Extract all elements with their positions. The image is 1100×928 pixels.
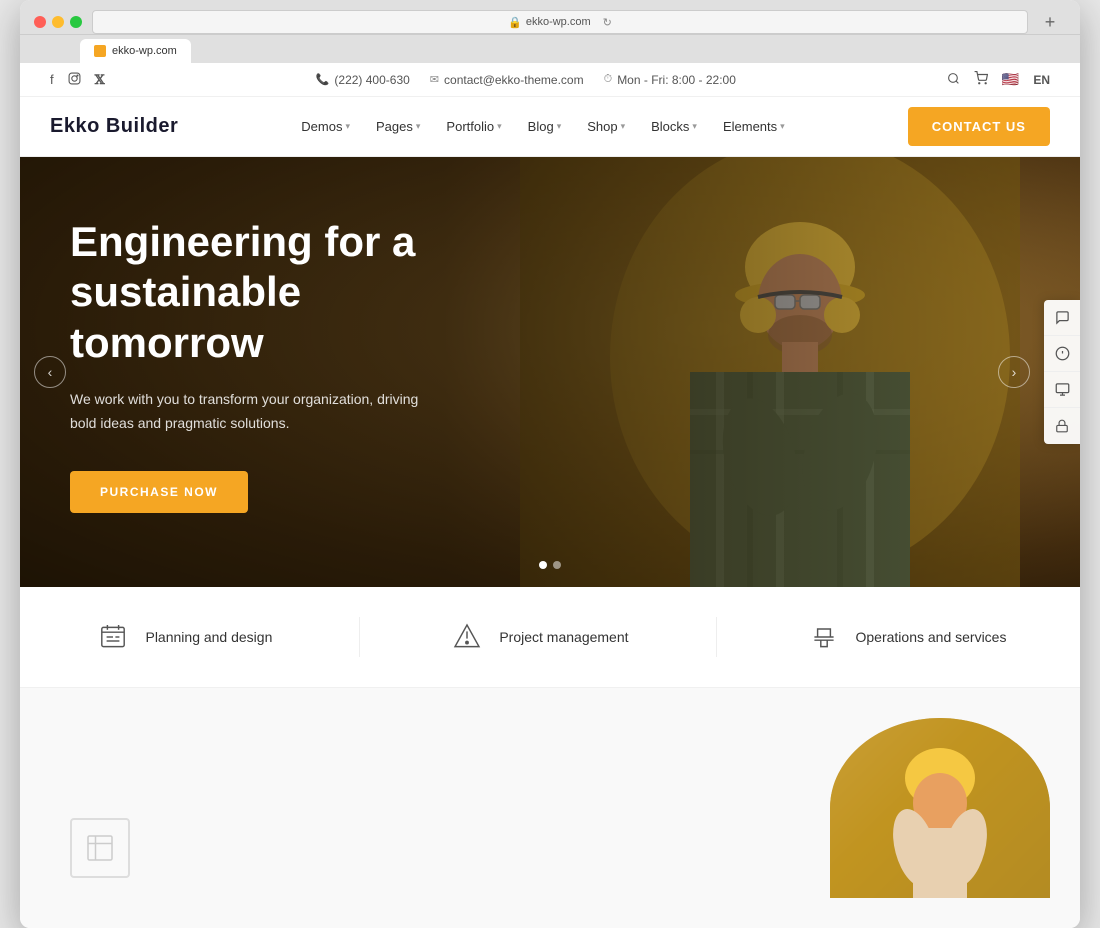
feature-operations: Operations and services bbox=[804, 617, 1007, 657]
nav-elements[interactable]: Elements ▾ bbox=[713, 111, 795, 142]
project-icon bbox=[447, 617, 487, 657]
lower-left bbox=[50, 718, 550, 898]
contact-info: 📞 (222) 400-630 ✉ contact@ekko-theme.com… bbox=[316, 73, 736, 87]
close-dot[interactable] bbox=[34, 16, 46, 28]
browser-window: 🔒 ekko-wp.com ↻ + ekko-wp.com f 𝕏 📞 bbox=[20, 0, 1080, 928]
pages-dropdown-arrow: ▾ bbox=[416, 121, 421, 132]
slider-next-button[interactable]: › bbox=[998, 356, 1030, 388]
blog-dropdown-arrow: ▾ bbox=[557, 121, 562, 132]
contact-us-button[interactable]: Contact US bbox=[908, 107, 1050, 146]
nav-shop[interactable]: Shop ▾ bbox=[577, 111, 635, 142]
cart-icon[interactable] bbox=[974, 71, 988, 88]
feature-planning: Planning and design bbox=[93, 617, 272, 657]
tab-favicon bbox=[94, 45, 106, 57]
clock-icon: ⏱ bbox=[604, 73, 613, 86]
business-hours: Mon - Fri: 8:00 - 22:00 bbox=[617, 73, 736, 87]
twitter-icon[interactable]: 𝕏 bbox=[95, 72, 105, 88]
instagram-icon[interactable] bbox=[68, 72, 81, 88]
lock-icon: 🔒 bbox=[508, 16, 522, 29]
language-label[interactable]: EN bbox=[1033, 73, 1050, 87]
tab-title: ekko-wp.com bbox=[112, 45, 177, 57]
slider-dot-2[interactable] bbox=[553, 561, 561, 569]
phone-icon: 📞 bbox=[316, 73, 330, 86]
lower-content bbox=[20, 688, 1080, 928]
main-navigation: Ekko Builder Demos ▾ Pages ▾ Portfolio ▾… bbox=[20, 97, 1080, 157]
site-logo[interactable]: Ekko Builder bbox=[50, 115, 178, 138]
chat-widget[interactable] bbox=[1044, 300, 1080, 336]
top-bar-right: 🇺🇸 EN bbox=[947, 71, 1050, 88]
email-icon: ✉ bbox=[430, 73, 439, 86]
project-label: Project management bbox=[499, 629, 628, 645]
nav-pages[interactable]: Pages ▾ bbox=[366, 111, 430, 142]
url-text: ekko-wp.com bbox=[526, 16, 591, 28]
nav-menu: Demos ▾ Pages ▾ Portfolio ▾ Blog ▾ Shop bbox=[291, 111, 794, 142]
feature-divider-2 bbox=[716, 617, 717, 657]
hero-subtitle: We work with you to transform your organ… bbox=[70, 388, 430, 436]
planning-icon bbox=[93, 617, 133, 657]
nav-demos[interactable]: Demos ▾ bbox=[291, 111, 360, 142]
play-widget[interactable] bbox=[1044, 372, 1080, 408]
side-widgets bbox=[1044, 300, 1080, 444]
browser-tab-bar: ekko-wp.com bbox=[20, 35, 1080, 63]
slider-prev-button[interactable]: ‹ bbox=[34, 356, 66, 388]
browser-chrome: 🔒 ekko-wp.com ↻ + bbox=[20, 0, 1080, 35]
hero-section: Engineering for a sustainable tomorrow W… bbox=[20, 157, 1080, 587]
nav-blocks[interactable]: Blocks ▾ bbox=[641, 111, 707, 142]
search-icon[interactable] bbox=[947, 72, 960, 88]
planning-label: Planning and design bbox=[145, 629, 272, 645]
lower-decorative-icon bbox=[70, 818, 130, 878]
website-content: f 𝕏 📞 (222) 400-630 ✉ contact@ekko-theme… bbox=[20, 63, 1080, 928]
lower-right bbox=[550, 718, 1050, 898]
shop-dropdown-arrow: ▾ bbox=[621, 121, 626, 132]
features-bar: Planning and design Project management bbox=[20, 587, 1080, 688]
elements-dropdown-arrow: ▾ bbox=[780, 121, 785, 132]
email-item: ✉ contact@ekko-theme.com bbox=[430, 73, 584, 87]
minimize-dot[interactable] bbox=[52, 16, 64, 28]
slider-dots bbox=[539, 561, 561, 569]
maximize-dot[interactable] bbox=[70, 16, 82, 28]
lower-section bbox=[20, 688, 1080, 928]
nav-blog[interactable]: Blog ▾ bbox=[518, 111, 572, 142]
new-tab-button[interactable]: + bbox=[1038, 10, 1062, 34]
feature-project: Project management bbox=[447, 617, 628, 657]
feature-divider-1 bbox=[359, 617, 360, 657]
operations-icon bbox=[804, 617, 844, 657]
portfolio-dropdown-arrow: ▾ bbox=[497, 121, 502, 132]
slider-dot-1[interactable] bbox=[539, 561, 547, 569]
email-address: contact@ekko-theme.com bbox=[444, 73, 584, 87]
address-bar[interactable]: 🔒 ekko-wp.com ↻ bbox=[92, 10, 1028, 34]
info-widget[interactable] bbox=[1044, 336, 1080, 372]
lock-widget[interactable] bbox=[1044, 408, 1080, 444]
demos-dropdown-arrow: ▾ bbox=[345, 121, 350, 132]
phone-item: 📞 (222) 400-630 bbox=[316, 73, 410, 87]
phone-number: (222) 400-630 bbox=[334, 73, 409, 87]
flag-icon: 🇺🇸 bbox=[1002, 71, 1019, 88]
social-links: f 𝕏 bbox=[50, 72, 105, 88]
operations-label: Operations and services bbox=[856, 629, 1007, 645]
purchase-now-button[interactable]: Purchase Now bbox=[70, 471, 248, 513]
lower-image bbox=[830, 718, 1050, 898]
browser-tab[interactable]: ekko-wp.com bbox=[80, 39, 191, 63]
browser-dots bbox=[34, 16, 82, 28]
nav-portfolio[interactable]: Portfolio ▾ bbox=[436, 111, 511, 142]
hero-title: Engineering for a sustainable tomorrow bbox=[70, 217, 490, 368]
top-bar: f 𝕏 📞 (222) 400-630 ✉ contact@ekko-theme… bbox=[20, 63, 1080, 97]
facebook-icon[interactable]: f bbox=[50, 72, 54, 88]
hero-content: Engineering for a sustainable tomorrow W… bbox=[20, 157, 540, 573]
hours-item: ⏱ Mon - Fri: 8:00 - 22:00 bbox=[604, 73, 736, 87]
refresh-icon[interactable]: ↻ bbox=[603, 16, 612, 29]
blocks-dropdown-arrow: ▾ bbox=[692, 121, 697, 132]
lower-worker-image bbox=[830, 718, 1050, 898]
